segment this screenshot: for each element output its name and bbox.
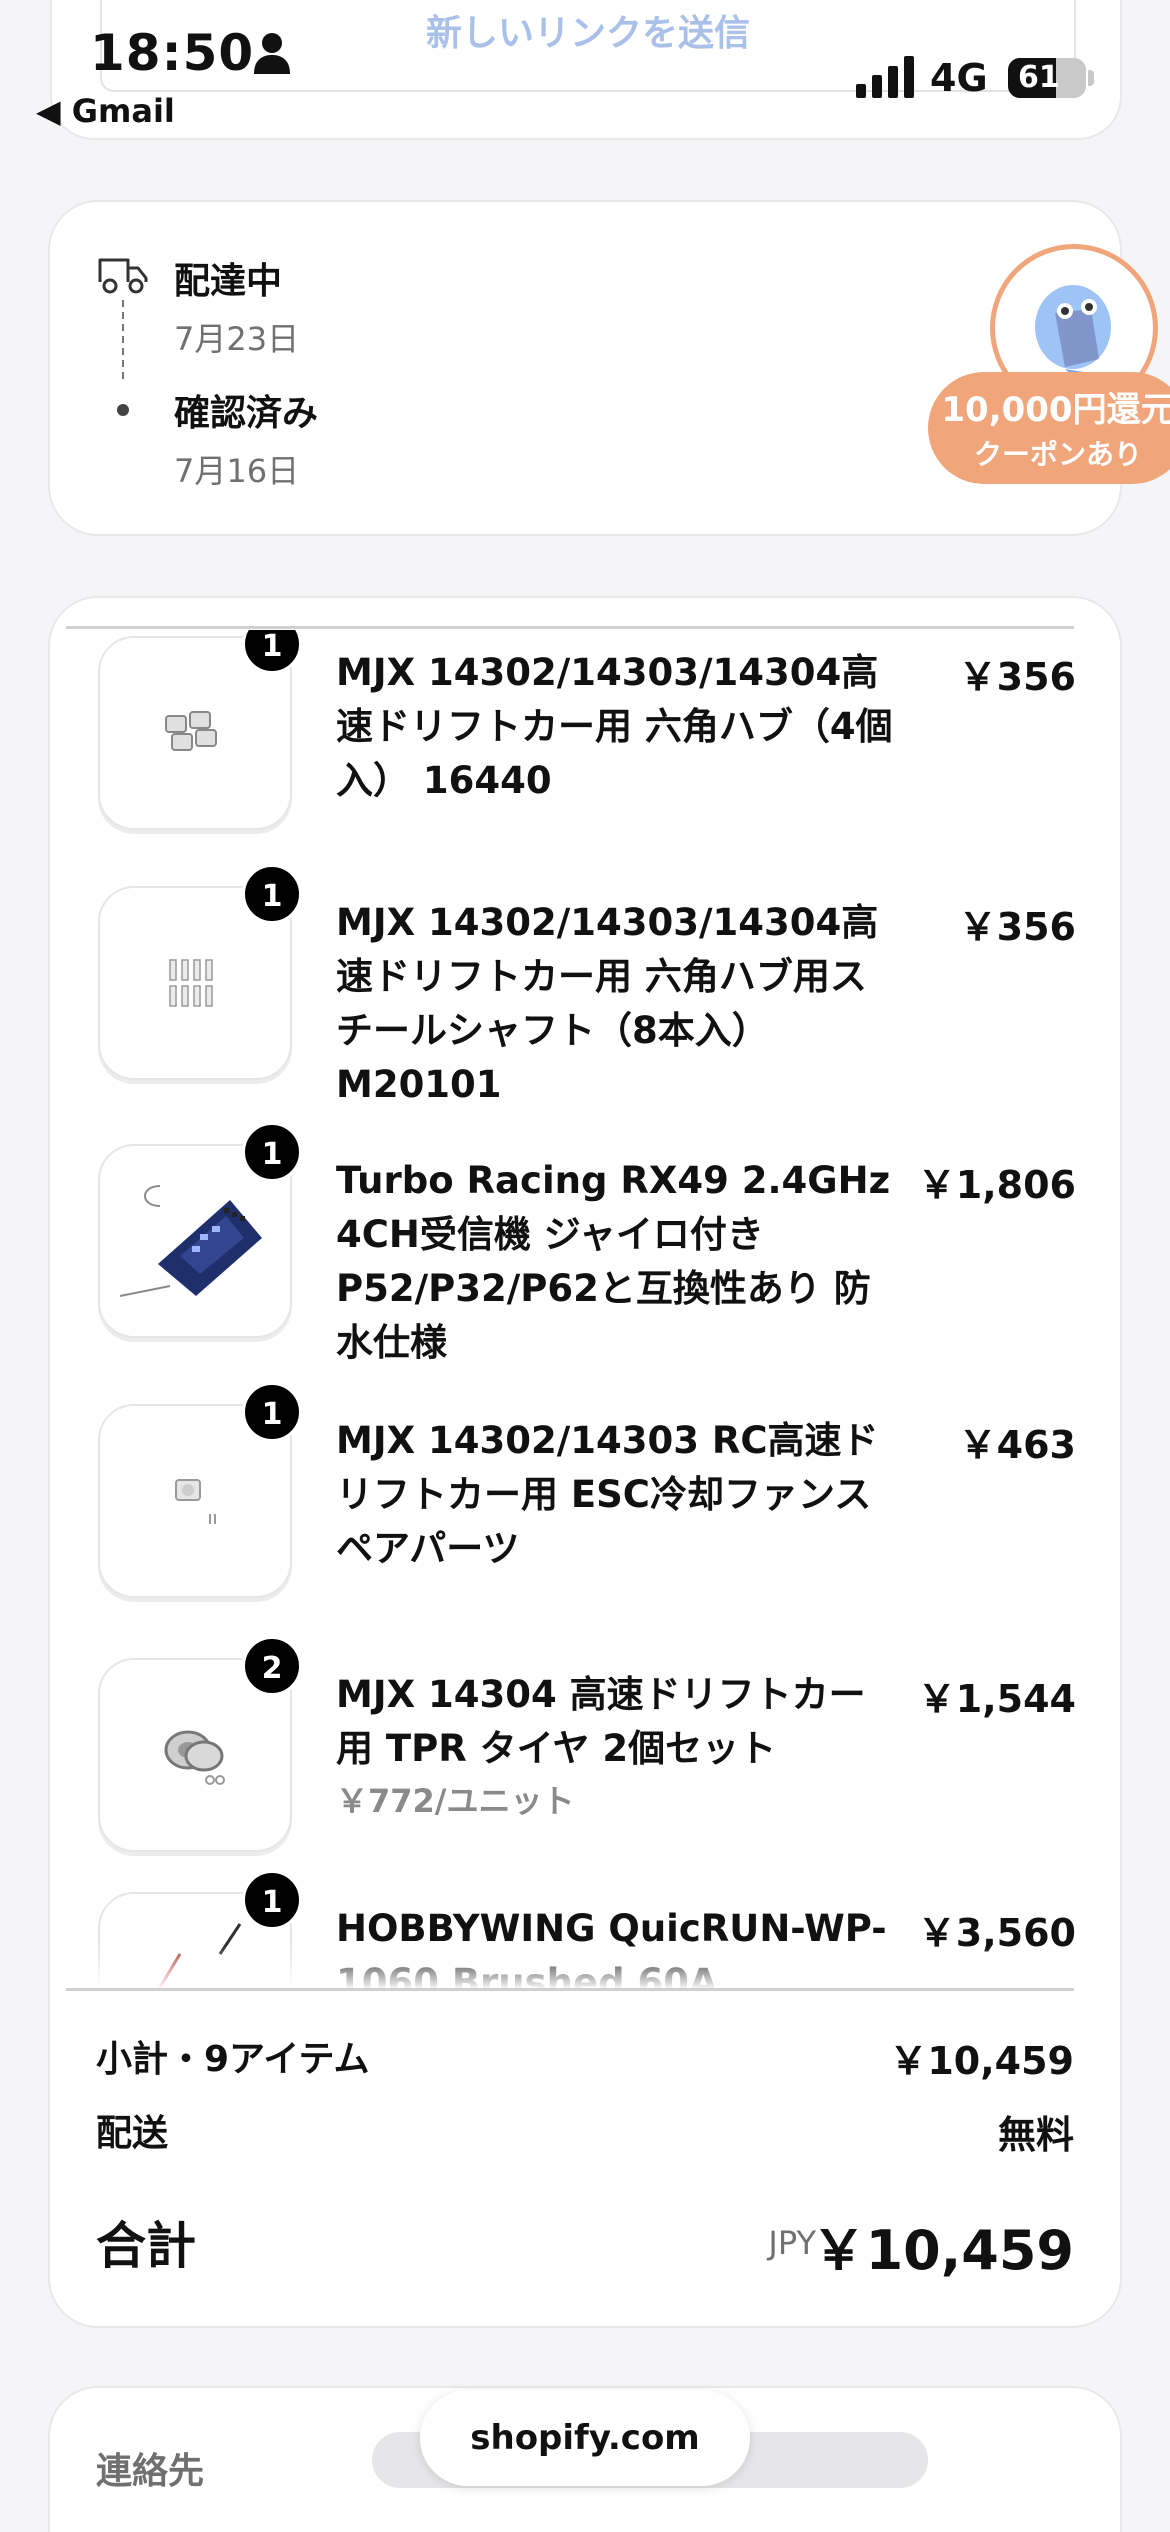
timeline-connector — [122, 300, 124, 380]
timeline-status-title: 配達中 — [174, 261, 283, 302]
line-item[interactable]: 1 MJX 14302/14303 RC高速ドリフトカー用 ESC冷却ファンスペ… — [66, 1382, 1076, 1634]
timeline-status-date: 7月23日 — [174, 320, 300, 358]
quantity-badge: 1 — [242, 1870, 302, 1930]
item-list[interactable]: 1 MJX 14302/14303/14304高速ドリフトカー用 六角ハブ（4個… — [66, 630, 1076, 1990]
items-bottom-divider — [66, 1988, 1074, 1991]
item-name: MJX 14304 高速ドリフトカー用 TPR タイヤ 2個セット — [336, 1673, 866, 1770]
network-type: 4G — [930, 56, 988, 100]
battery-icon: 61 — [1008, 58, 1086, 98]
line-item[interactable]: 1 MJX 14302/14303/14304高速ドリフトカー用 六角ハブ（4個… — [66, 630, 1076, 866]
timeline-status-title: 確認済み — [174, 393, 319, 434]
item-name: MJX 14302/14303/14304高速ドリフトカー用 六角ハブ用スチール… — [336, 901, 879, 1106]
total-row: 合計 JPY ￥10,459 — [96, 2206, 1074, 2286]
quantity-badge: 1 — [242, 1122, 302, 1182]
item-name: MJX 14302/14303 RC高速ドリフトカー用 ESC冷却ファンスペアパ… — [336, 1419, 879, 1570]
shipping-row: 配送 無料 — [96, 2104, 1074, 2164]
item-name: Turbo Racing RX49 2.4GHz 4CH受信機 ジャイロ付き P… — [336, 1159, 891, 1364]
shipping-value: 無料 — [997, 2113, 1074, 2157]
signal-icon — [856, 56, 914, 98]
item-price: ￥463 — [958, 1423, 1076, 1467]
shipping-label: 配送 — [96, 2113, 169, 2154]
item-price: ￥356 — [958, 905, 1076, 949]
item-price: ￥356 — [958, 655, 1076, 699]
items-top-divider — [66, 626, 1074, 629]
item-price: ￥1,806 — [917, 1163, 1076, 1207]
item-price: ￥1,544 — [917, 1677, 1076, 1721]
subtotal-value: ￥10,459 — [889, 2039, 1074, 2083]
timeline-dot — [117, 404, 129, 416]
total-value: ￥10,459 — [811, 2219, 1074, 2282]
promo-amount: 10,000円還元 — [941, 390, 1170, 430]
line-item[interactable]: 2 MJX 14304 高速ドリフトカー用 TPR タイヤ 2個セット ￥772… — [66, 1636, 1076, 1888]
line-item[interactable]: 1 Turbo Racing RX49 2.4GHz 4CH受信機 ジャイロ付き… — [66, 1122, 1076, 1414]
coupon-promo-badge[interactable]: 10,000円還元 クーポンあり — [928, 372, 1170, 484]
quantity-badge: 1 — [242, 864, 302, 924]
battery-tip — [1088, 70, 1094, 86]
back-to-gmail-link[interactable]: ◀ Gmail — [36, 92, 175, 130]
quantity-badge: 2 — [242, 1636, 302, 1696]
contact-label: 連絡先 — [96, 2451, 205, 2492]
timeline-status-date: 7月16日 — [174, 452, 300, 490]
item-name: MJX 14302/14303/14304高速ドリフトカー用 六角ハブ（4個入）… — [336, 651, 893, 802]
promo-text: クーポンあり — [973, 438, 1142, 471]
status-time: 18:50 — [90, 24, 255, 82]
list-fade — [66, 1946, 1074, 1988]
line-item[interactable]: 1 MJX 14302/14303/14304高速ドリフトカー用 六角ハブ用スチ… — [66, 864, 1076, 1156]
delivery-truck-icon — [98, 258, 148, 294]
total-currency: JPY — [768, 2224, 816, 2262]
browser-url-bar[interactable]: shopify.com — [420, 2390, 750, 2486]
subtotal-row: 小計・9アイテム ￥10,459 — [96, 2030, 1074, 2090]
total-label: 合計 — [96, 2217, 196, 2275]
person-icon — [254, 33, 290, 74]
battery-level: 61 — [1018, 60, 1060, 95]
item-unit-price: ￥772/ユニット — [336, 1782, 575, 1820]
quantity-badge: 1 — [242, 1382, 302, 1442]
subtotal-label: 小計・9アイテム — [96, 2039, 370, 2080]
order-status-page: 新しいリンクを送信 18:50 ◀ Gmail 4G 61 配達中 7月23日 … — [0, 0, 1170, 2532]
